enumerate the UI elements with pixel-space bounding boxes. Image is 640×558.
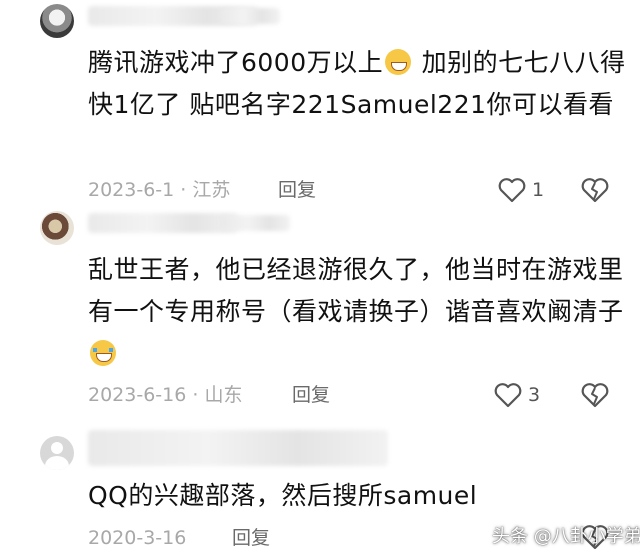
- meta-separator: ·: [186, 384, 205, 406]
- like-count: 1: [532, 179, 545, 201]
- meta-separator: ·: [174, 179, 193, 201]
- user-badge-blurred: [220, 215, 290, 231]
- comment-date: 2023-6-1: [88, 179, 175, 201]
- username-blurred: [88, 213, 238, 233]
- crying-laughing-emoji-icon: [90, 340, 116, 366]
- like-count: 3: [528, 384, 541, 406]
- broken-heart-icon[interactable]: [580, 380, 610, 410]
- comment-meta: 2023-6-1 · 江苏: [88, 178, 230, 202]
- comment-date: 2020-3-16: [88, 527, 187, 549]
- user-badge-blurred: [220, 8, 280, 24]
- comment-date: 2023-6-16: [88, 384, 187, 406]
- comment-text: 乱世王者，他已经退游很久了，他当时在游戏里有一个专用称号（看戏请换子）谐音喜欢阚…: [88, 249, 628, 375]
- comment-location: 江苏: [192, 179, 231, 201]
- avatar[interactable]: [40, 436, 74, 470]
- comment-meta: 2023-6-16 · 山东: [88, 383, 242, 407]
- comment-text: 腾讯游戏冲了6000万以上 加别的七七八八得快1亿了 贴吧名字221Samuel…: [88, 42, 628, 126]
- broken-heart-icon[interactable]: [580, 175, 610, 205]
- comment-meta: 2020-3-16: [88, 526, 186, 550]
- comment-location: 山东: [204, 384, 243, 406]
- comment-text-part: QQ的兴趣部落，然后搜所samuel: [88, 481, 478, 510]
- comment-item: 乱世王者，他已经退游很久了，他当时在游戏里有一个专用称号（看戏请换子）谐音喜欢阚…: [0, 205, 640, 420]
- avatar[interactable]: [40, 211, 74, 245]
- watermark: 头条 @八卦小学弟: [492, 526, 640, 547]
- grinning-sweat-emoji-icon: [385, 49, 412, 75]
- comment-text-part: 腾讯游戏冲了6000万以上: [88, 48, 384, 77]
- comment-text: QQ的兴趣部落，然后搜所samuel: [88, 475, 628, 517]
- username-blurred: [88, 430, 388, 466]
- like-heart-icon[interactable]: [497, 175, 527, 205]
- reply-button[interactable]: 回复: [292, 383, 330, 407]
- reply-button[interactable]: 回复: [232, 526, 270, 550]
- reply-button[interactable]: 回复: [278, 178, 316, 202]
- comment-text-part: 乱世王者，他已经退游很久了，他当时在游戏里有一个专用称号（看戏请换子）谐音喜欢阚…: [88, 255, 624, 326]
- like-heart-icon[interactable]: [493, 380, 523, 410]
- avatar[interactable]: [40, 4, 74, 38]
- comment-item: 腾讯游戏冲了6000万以上 加别的七七八八得快1亿了 贴吧名字221Samuel…: [0, 0, 640, 205]
